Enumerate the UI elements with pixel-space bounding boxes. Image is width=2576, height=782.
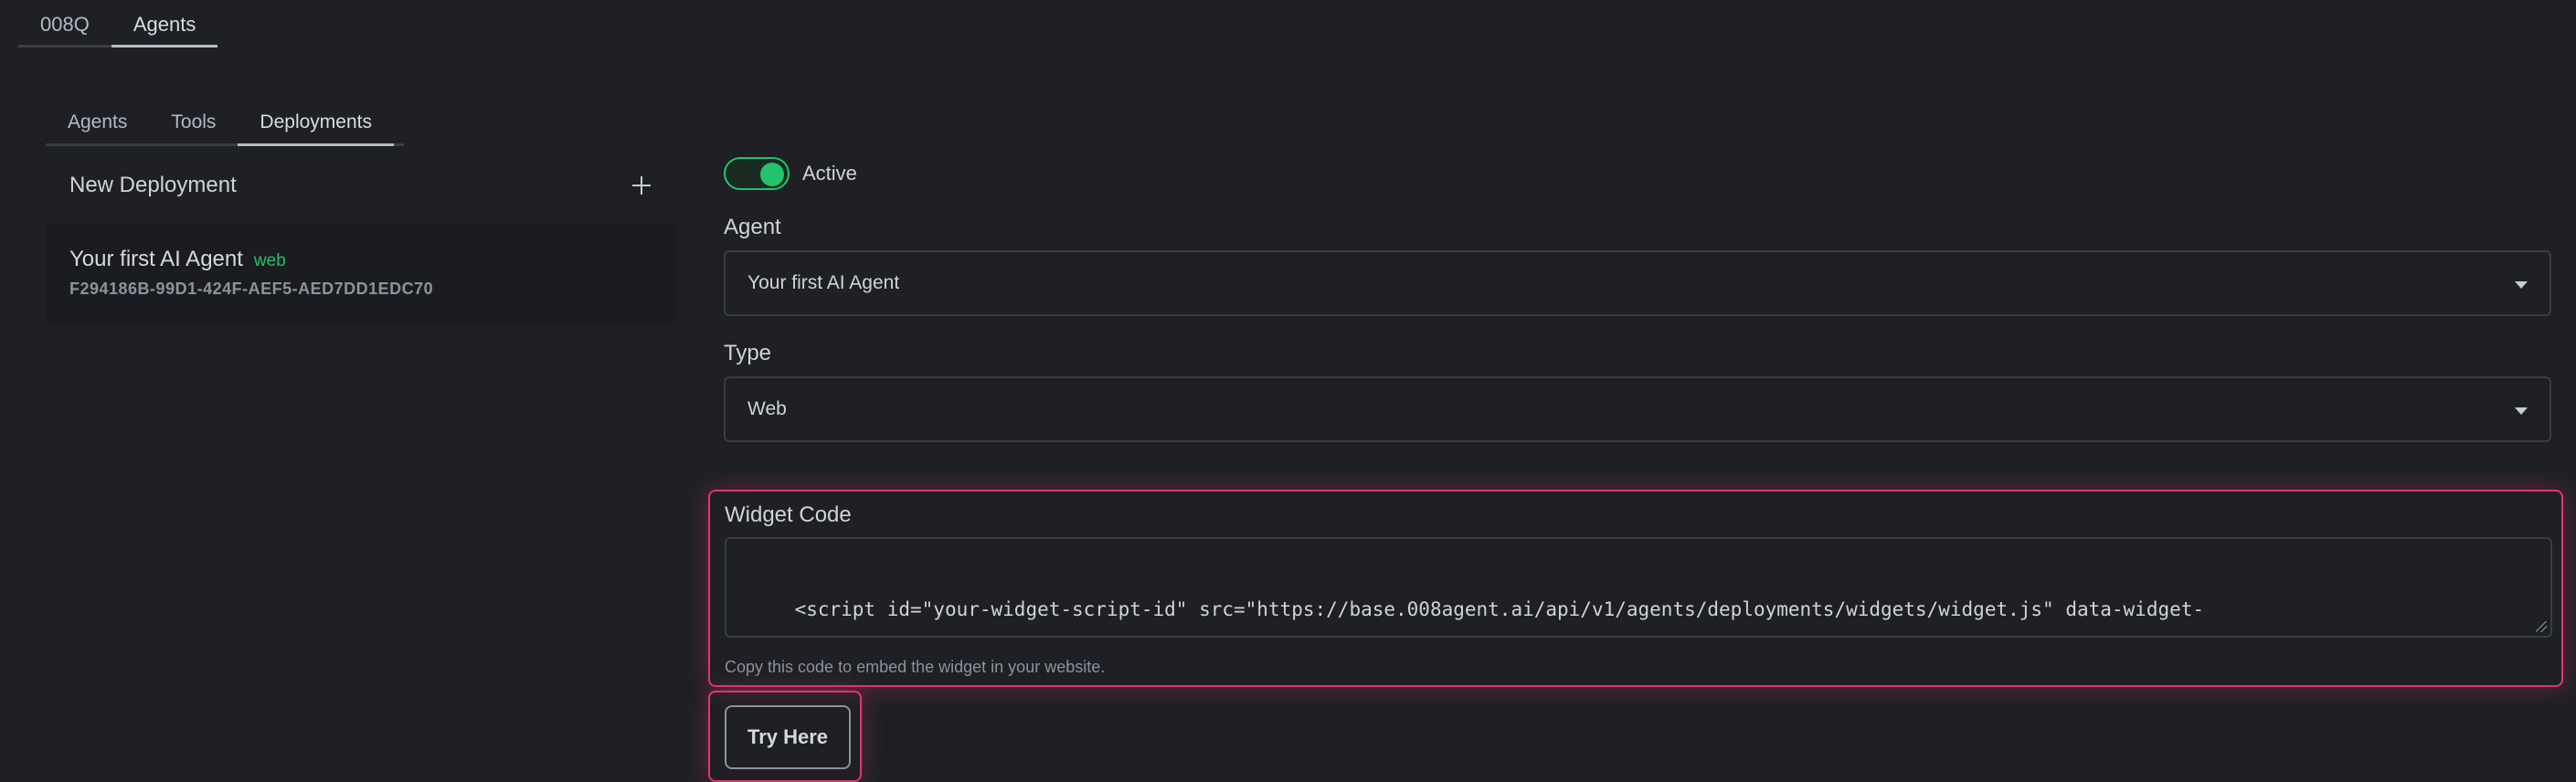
tab-agents[interactable]: Agents xyxy=(111,0,218,48)
tab-tools[interactable]: Tools xyxy=(149,99,238,143)
type-select[interactable]: Web xyxy=(724,376,2551,442)
active-toggle[interactable] xyxy=(724,157,790,190)
active-toggle-row: Active xyxy=(724,157,857,190)
deployment-id: F294186B-99D1-424F-AEF5-AED7DD1EDC70 xyxy=(69,280,434,298)
tab-agents-list[interactable]: Agents xyxy=(46,99,149,143)
widget-code-hint: Copy this code to embed the widget in yo… xyxy=(725,658,1106,676)
new-deployment-button[interactable]: New Deployment xyxy=(46,164,676,206)
chevron-down-icon xyxy=(2515,281,2528,289)
try-here-button[interactable]: Try Here xyxy=(725,705,851,769)
deployment-title-row: Your first AI Agent web xyxy=(69,247,652,272)
agent-select-value: Your first AI Agent xyxy=(747,272,900,293)
new-deployment-label: New Deployment xyxy=(69,173,237,197)
toggle-knob xyxy=(760,163,784,186)
agent-label: Agent xyxy=(724,215,781,239)
widget-code-text: <script id="your-widget-script-id" src="… xyxy=(794,598,2205,620)
top-tab-bar: 008Q Agents xyxy=(18,0,218,48)
deployment-type-badge: web xyxy=(253,251,286,270)
widget-code-section: Widget Code <script id="your-widget-scri… xyxy=(708,490,2563,687)
widget-code-label: Widget Code xyxy=(725,502,852,527)
sub-tab-bar: Agents Tools Deployments xyxy=(46,99,404,146)
tab-008q[interactable]: 008Q xyxy=(18,0,111,45)
tab-deployments[interactable]: Deployments xyxy=(238,99,394,146)
plus-icon[interactable] xyxy=(631,174,652,196)
deployment-name: Your first AI Agent xyxy=(69,247,243,271)
active-label: Active xyxy=(802,162,857,185)
type-select-value: Web xyxy=(747,398,787,419)
resize-handle-icon[interactable] xyxy=(2536,621,2547,632)
agent-select[interactable]: Your first AI Agent xyxy=(724,250,2551,316)
deployment-list-item[interactable]: Your first AI Agent web F294186B-99D1-42… xyxy=(46,223,676,323)
try-here-highlight: Try Here xyxy=(708,691,862,782)
type-label: Type xyxy=(724,341,772,365)
widget-code-textarea[interactable]: <script id="your-widget-script-id" src="… xyxy=(725,537,2552,638)
chevron-down-icon xyxy=(2515,407,2528,415)
